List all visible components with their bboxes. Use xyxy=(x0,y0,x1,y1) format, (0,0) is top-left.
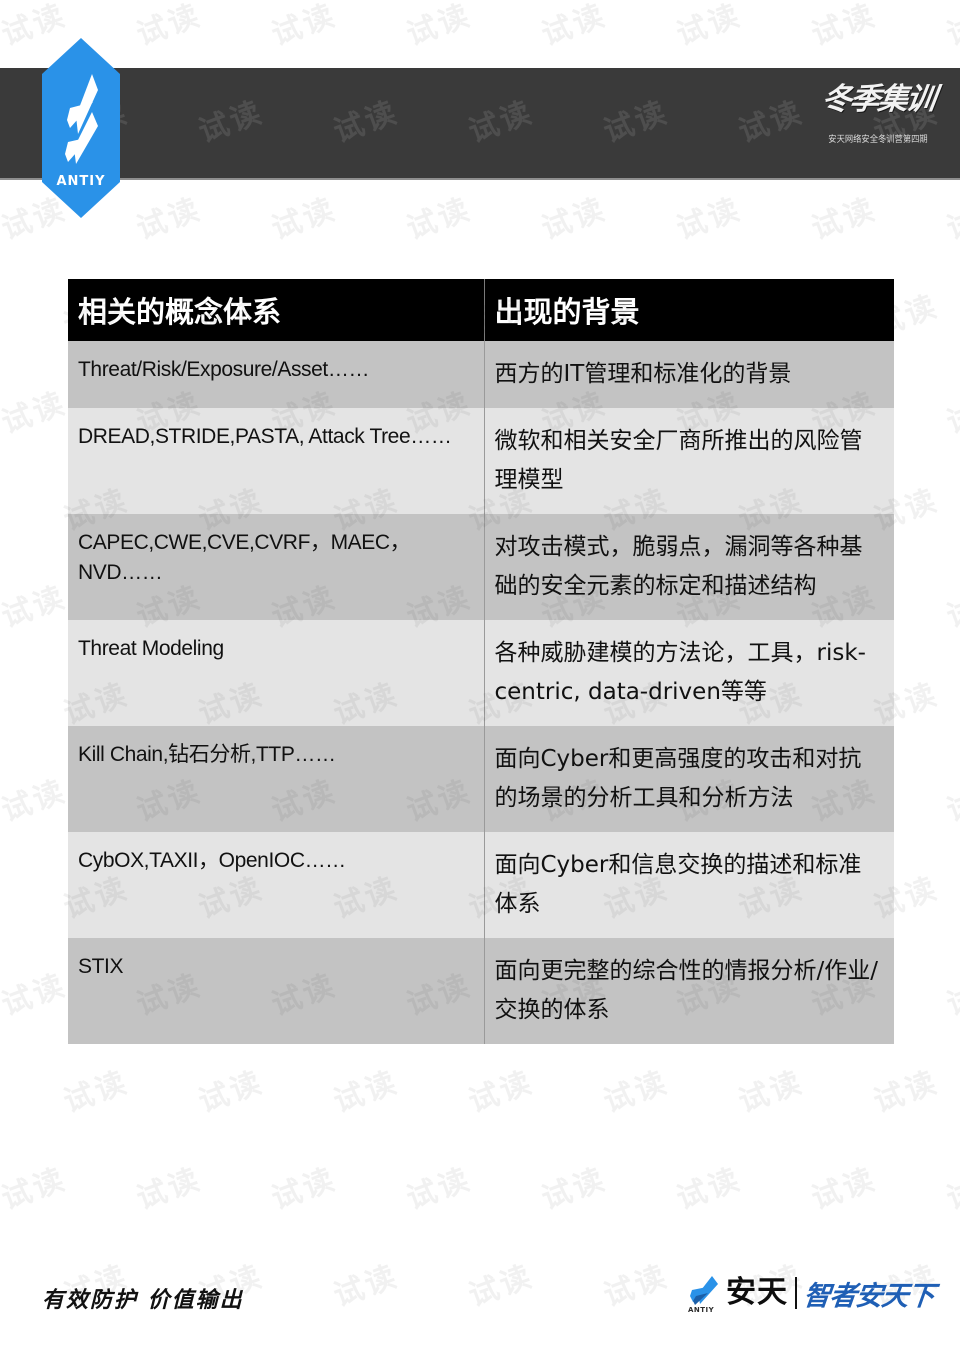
logo-hex-shape xyxy=(42,38,120,218)
footer-brand-divider xyxy=(795,1277,797,1309)
table-header-row: 相关的概念体系 出现的背景 xyxy=(68,279,894,341)
footer-antiy-brand: ANTIY 安天 智者安天下 xyxy=(688,1268,936,1318)
watermark-text: 试读 xyxy=(942,773,960,830)
cell-background: 对攻击模式，脆弱点，漏洞等各种基础的安全元素的标定和描述结构 xyxy=(483,514,894,620)
watermark-text: 试读 xyxy=(0,967,72,1024)
watermark-text: 试读 xyxy=(0,385,72,442)
watermark-text: 试读 xyxy=(734,1064,809,1121)
watermark-text: 试读 xyxy=(402,1161,477,1218)
cell-concept: CybOX,TAXII，OpenIOC…… xyxy=(68,832,484,938)
cell-concept: DREAD,STRIDE,PASTA, Attack Tree…… xyxy=(68,408,484,514)
cell-concept: Kill Chain,钻石分析,TTP…… xyxy=(68,726,484,832)
cell-background: 面向更完整的综合性的情报分析/作业/交换的体系 xyxy=(483,938,894,1044)
watermark-text: 试读 xyxy=(807,0,882,54)
watermark-text: 试读 xyxy=(599,1064,674,1121)
column-header-concept: 相关的概念体系 xyxy=(68,279,484,341)
footer-slogan: 有效防护 价值输出 xyxy=(42,1287,244,1313)
footer-logo-wordmark: ANTIY xyxy=(688,1306,715,1314)
concept-system-table: 相关的概念体系 出现的背景 Threat/Risk/Exposure/Asset… xyxy=(68,279,894,1044)
watermark-text: 试读 xyxy=(0,1348,72,1357)
watermark-text: 试读 xyxy=(267,191,342,248)
antiy-logo: ANTIY xyxy=(40,38,122,218)
watermark-text: 试读 xyxy=(669,1348,746,1357)
watermark-text: 试读 xyxy=(942,0,960,54)
watermark-text: 试读 xyxy=(59,1064,134,1121)
watermark-text: 试读 xyxy=(132,1161,207,1218)
watermark-text: 试读 xyxy=(194,1064,269,1121)
watermark-text: 试读 xyxy=(329,1258,404,1315)
table-row: CybOX,TAXII，OpenIOC…… 面向Cyber和信息交换的描述和标准… xyxy=(68,832,894,938)
watermark-text: 试读 xyxy=(942,385,960,442)
watermark-text: 试读 xyxy=(0,579,72,636)
watermark-text: 试读 xyxy=(537,191,612,248)
watermark-text: 试读 xyxy=(132,191,207,248)
camp-title-block: 冬季集训 安天网络安全冬训营第四期 xyxy=(814,74,942,172)
watermark-text: 试读 xyxy=(132,0,207,54)
watermark-text: 试读 xyxy=(942,191,960,248)
cell-background: 面向Cyber和更高强度的攻击和对抗的场景的分析工具和分析方法 xyxy=(483,726,894,832)
watermark-text: 试读 xyxy=(129,1348,206,1357)
watermark-text: 试读 xyxy=(0,773,72,830)
cell-background: 面向Cyber和信息交换的描述和标准体系 xyxy=(483,832,894,938)
cell-background: 各种威胁建模的方法论，工具，risk-centric, data-driven等… xyxy=(483,620,894,726)
table-row: Kill Chain,钻石分析,TTP…… 面向Cyber和更高强度的攻击和对抗… xyxy=(68,726,894,832)
table-row: Threat Modeling 各种威胁建模的方法论，工具，risk-centr… xyxy=(68,620,894,726)
table-row: DREAD,STRIDE,PASTA, Attack Tree…… 微软和相关安… xyxy=(68,408,894,514)
watermark-text: 试读 xyxy=(534,1348,611,1357)
watermark-text: 试读 xyxy=(402,191,477,248)
watermark-text: 试读 xyxy=(869,1064,944,1121)
watermark-text: 试读 xyxy=(939,1348,960,1357)
watermark-text: 试读 xyxy=(807,191,882,248)
watermark-text: 试读 xyxy=(942,1161,960,1218)
watermark-text: 试读 xyxy=(0,1161,72,1218)
table-row: Threat/Risk/Exposure/Asset…… 西方的IT管理和标准化… xyxy=(68,341,894,408)
footer-feather-icon: ANTIY xyxy=(688,1274,722,1314)
watermark-text: 试读 xyxy=(804,1348,881,1357)
cell-background: 微软和相关安全厂商所推出的风险管理模型 xyxy=(483,408,894,514)
header-divider-rule xyxy=(0,178,960,180)
watermark-text: 试读 xyxy=(599,1258,674,1315)
watermark-text: 试读 xyxy=(672,1161,747,1218)
cell-concept: STIX xyxy=(68,938,484,1044)
watermark-text: 试读 xyxy=(464,1064,539,1121)
watermark-text: 试读 xyxy=(672,191,747,248)
table-row: CAPEC,CWE,CVE,CVRF，MAEC，NVD…… 对攻击模式，脆弱点，… xyxy=(68,514,894,620)
watermark-text: 试读 xyxy=(329,1064,404,1121)
watermark-text: 试读 xyxy=(672,0,747,54)
watermark-text: 试读 xyxy=(402,0,477,54)
cell-concept: CAPEC,CWE,CVE,CVRF，MAEC，NVD…… xyxy=(68,514,484,620)
watermark-text: 试读 xyxy=(267,0,342,54)
watermark-text: 试读 xyxy=(399,1348,476,1357)
cell-concept: Threat Modeling xyxy=(68,620,484,726)
logo-wordmark: ANTIY xyxy=(56,174,105,189)
watermark-text: 试读 xyxy=(464,1258,539,1315)
watermark-text: 试读 xyxy=(537,0,612,54)
camp-subtitle: 安天网络安全冬训营第四期 xyxy=(828,135,928,145)
watermark-text: 试读 xyxy=(942,579,960,636)
cell-concept: Threat/Risk/Exposure/Asset…… xyxy=(68,341,484,408)
footer-brand-tagline: 智者安天下 xyxy=(802,1280,936,1312)
watermark-text: 试读 xyxy=(267,1161,342,1218)
watermark-text: 试读 xyxy=(264,1348,341,1357)
column-header-background: 出现的背景 xyxy=(483,279,894,341)
footer-brand-name: 安天 xyxy=(726,1275,788,1310)
table-row: STIX 面向更完整的综合性的情报分析/作业/交换的体系 xyxy=(68,938,894,1044)
cell-background: 西方的IT管理和标准化的背景 xyxy=(483,341,894,408)
watermark-text: 试读 xyxy=(537,1161,612,1218)
watermark-text: 试读 xyxy=(807,1161,882,1218)
watermark-text: 试读 xyxy=(942,967,960,1024)
camp-title-calligraphy: 冬季集训 xyxy=(819,82,937,117)
